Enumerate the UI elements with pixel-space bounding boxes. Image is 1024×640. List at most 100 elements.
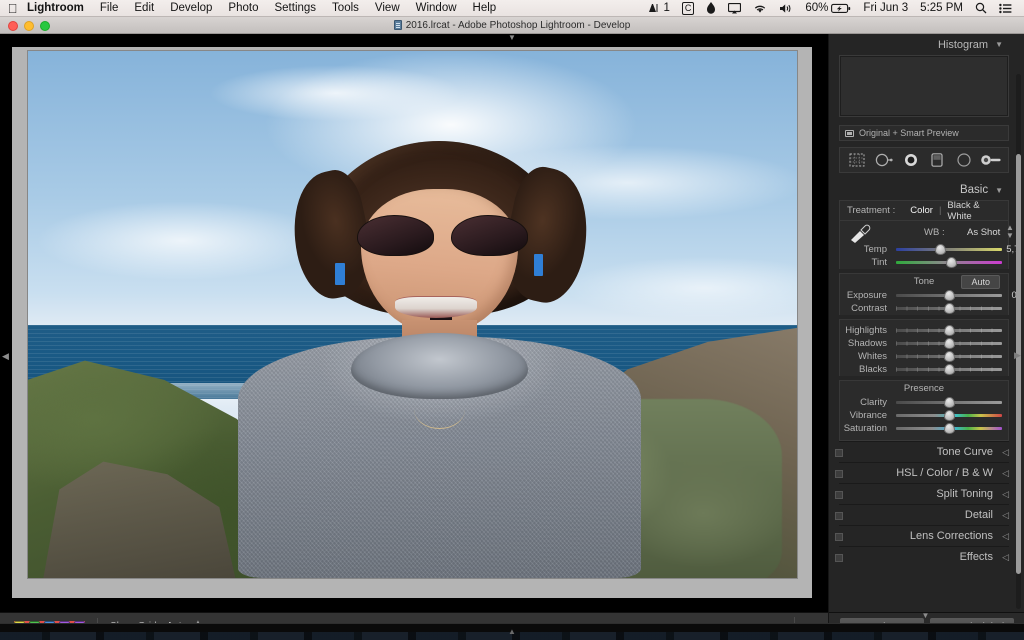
clarity-slider-row[interactable]: Clarity 0 <box>840 396 1008 409</box>
spot-removal-icon[interactable] <box>873 151 895 169</box>
tint-slider[interactable] <box>896 256 1002 269</box>
highlights-slider-row[interactable]: Highlights 0 <box>840 324 1008 337</box>
spotlight-search-icon[interactable] <box>969 2 993 14</box>
blacks-slider[interactable] <box>896 363 1002 376</box>
panel-resize-handle[interactable]: ▼ <box>921 612 930 620</box>
photo-stage[interactable] <box>12 47 812 598</box>
red-eye-icon[interactable] <box>900 151 922 169</box>
whites-slider-knob[interactable] <box>943 351 955 362</box>
notification-center-icon[interactable] <box>993 3 1018 14</box>
temp-slider-row[interactable]: Temp 5,750 <box>840 243 1019 256</box>
auto-tone-button[interactable]: Auto <box>961 275 1000 289</box>
treatment-option-color[interactable]: Color <box>904 205 939 216</box>
photo-preview[interactable] <box>28 51 797 578</box>
treatment-option-bw[interactable]: Black & White <box>941 200 1008 222</box>
whites-slider-row[interactable]: Whites 0 <box>840 350 1008 363</box>
wifi-icon[interactable] <box>747 3 773 14</box>
radial-filter-icon[interactable] <box>953 151 975 169</box>
filmstrip-sliver[interactable]: ▲ <box>0 623 1024 640</box>
menu-item-photo[interactable]: Photo <box>220 0 266 17</box>
volume-icon[interactable] <box>773 3 799 14</box>
highlights-slider-knob[interactable] <box>943 325 955 336</box>
menu-item-tools[interactable]: Tools <box>324 0 367 17</box>
top-panel-toggle-caret[interactable]: ▼ <box>508 33 516 42</box>
menu-item-file[interactable]: File <box>92 0 127 17</box>
shadows-slider[interactable] <box>896 337 1002 350</box>
filmstrip-expand-caret[interactable]: ▲ <box>508 627 516 636</box>
histogram-panel-header[interactable]: Histogram ▼ <box>829 34 1019 55</box>
right-panel-scrollbar-thumb[interactable] <box>1016 154 1021 574</box>
dropbox-icon[interactable] <box>700 2 722 14</box>
exposure-slider-row[interactable]: Exposure 0.00 <box>840 289 1019 302</box>
exposure-slider-knob[interactable] <box>943 290 955 301</box>
minimize-button[interactable] <box>24 21 34 31</box>
temp-slider[interactable] <box>896 243 1002 256</box>
temp-slider-knob[interactable] <box>935 244 947 255</box>
panel-header-hsl-color-bw[interactable]: HSL / Color / B & W ◁ <box>835 462 1009 483</box>
lens-corrections-expand-icon[interactable]: ◁ <box>997 531 1009 542</box>
blacks-slider-knob[interactable] <box>943 364 955 375</box>
effects-expand-icon[interactable]: ◁ <box>997 552 1009 563</box>
hsl-expand-icon[interactable]: ◁ <box>997 468 1009 479</box>
tone-curve-enable-switch[interactable] <box>835 449 843 457</box>
shadows-slider-knob[interactable] <box>943 338 955 349</box>
menu-item-edit[interactable]: Edit <box>126 0 162 17</box>
airplay-display-status[interactable]: 1 <box>642 0 675 17</box>
effects-enable-switch[interactable] <box>835 554 843 562</box>
panel-header-lens-corrections[interactable]: Lens Corrections ◁ <box>835 525 1009 546</box>
vibrance-slider[interactable] <box>896 409 1002 422</box>
histogram-graph[interactable] <box>839 55 1009 117</box>
close-button[interactable] <box>8 21 18 31</box>
detail-expand-icon[interactable]: ◁ <box>997 510 1009 521</box>
panel-header-detail[interactable]: Detail ◁ <box>835 504 1009 525</box>
tone-curve-expand-icon[interactable]: ◁ <box>997 447 1009 458</box>
graduated-filter-icon[interactable] <box>926 151 948 169</box>
menu-item-help[interactable]: Help <box>465 0 505 17</box>
menu-item-develop[interactable]: Develop <box>162 0 220 17</box>
clarity-slider-knob[interactable] <box>943 397 955 408</box>
contrast-slider-row[interactable]: Contrast 0 <box>840 302 1008 315</box>
wb-value[interactable]: As Shot <box>967 227 1000 238</box>
exposure-slider[interactable] <box>896 289 1002 302</box>
menu-item-settings[interactable]: Settings <box>266 0 324 17</box>
split-toning-expand-icon[interactable]: ◁ <box>997 489 1009 500</box>
vibrance-slider-knob[interactable] <box>943 410 955 421</box>
crop-overlay-icon[interactable] <box>846 151 868 169</box>
panel-header-effects[interactable]: Effects ◁ <box>835 546 1009 567</box>
panel-header-split-toning[interactable]: Split Toning ◁ <box>835 483 1009 504</box>
menu-item-view[interactable]: View <box>367 0 408 17</box>
contrast-slider-knob[interactable] <box>943 303 955 314</box>
airplay-icon[interactable] <box>722 2 747 14</box>
wb-stepper-icon[interactable]: ▲ ▼ <box>1006 224 1014 240</box>
tint-slider-knob[interactable] <box>945 257 957 268</box>
saturation-slider[interactable] <box>896 422 1002 435</box>
contrast-slider[interactable] <box>896 302 1002 315</box>
maximize-button[interactable] <box>40 21 50 31</box>
battery-status[interactable]: 60% <box>799 0 857 17</box>
menu-item-lightroom[interactable]: Lightroom <box>19 0 92 17</box>
clarity-slider[interactable] <box>896 396 1002 409</box>
whites-slider[interactable] <box>896 350 1002 363</box>
tint-slider-row[interactable]: Tint + 4 <box>840 256 1019 269</box>
panel-header-tone-curve[interactable]: Tone Curve ◁ <box>835 441 1009 462</box>
saturation-slider-knob[interactable] <box>943 423 955 434</box>
blacks-slider-row[interactable]: Blacks 0 <box>840 363 1008 376</box>
basic-panel-header[interactable]: Basic ▼ <box>829 180 1019 200</box>
left-panel-toggle-arrow[interactable]: ◀ <box>1 347 10 365</box>
shadows-slider-row[interactable]: Shadows 0 <box>840 337 1008 350</box>
split-toning-enable-switch[interactable] <box>835 491 843 499</box>
right-panel-toggle-arrow[interactable]: ▶ <box>1013 346 1022 364</box>
basic-chevron-icon[interactable]: ▼ <box>995 186 1003 195</box>
detail-enable-switch[interactable] <box>835 512 843 520</box>
chevron-down-icon[interactable]: ▼ <box>995 40 1003 49</box>
adjustment-brush-icon[interactable] <box>980 151 1002 169</box>
vibrance-slider-row[interactable]: Vibrance 0 <box>840 409 1008 422</box>
creative-cloud-icon[interactable]: C <box>676 1 701 15</box>
lens-corrections-enable-switch[interactable] <box>835 533 843 541</box>
highlights-slider[interactable] <box>896 324 1002 337</box>
wb-eyedropper-icon[interactable] <box>848 223 874 243</box>
menu-item-window[interactable]: Window <box>408 0 465 17</box>
hsl-enable-switch[interactable] <box>835 470 843 478</box>
saturation-slider-row[interactable]: Saturation 0 <box>840 422 1008 435</box>
apple-menu-icon[interactable]:  <box>6 1 19 16</box>
